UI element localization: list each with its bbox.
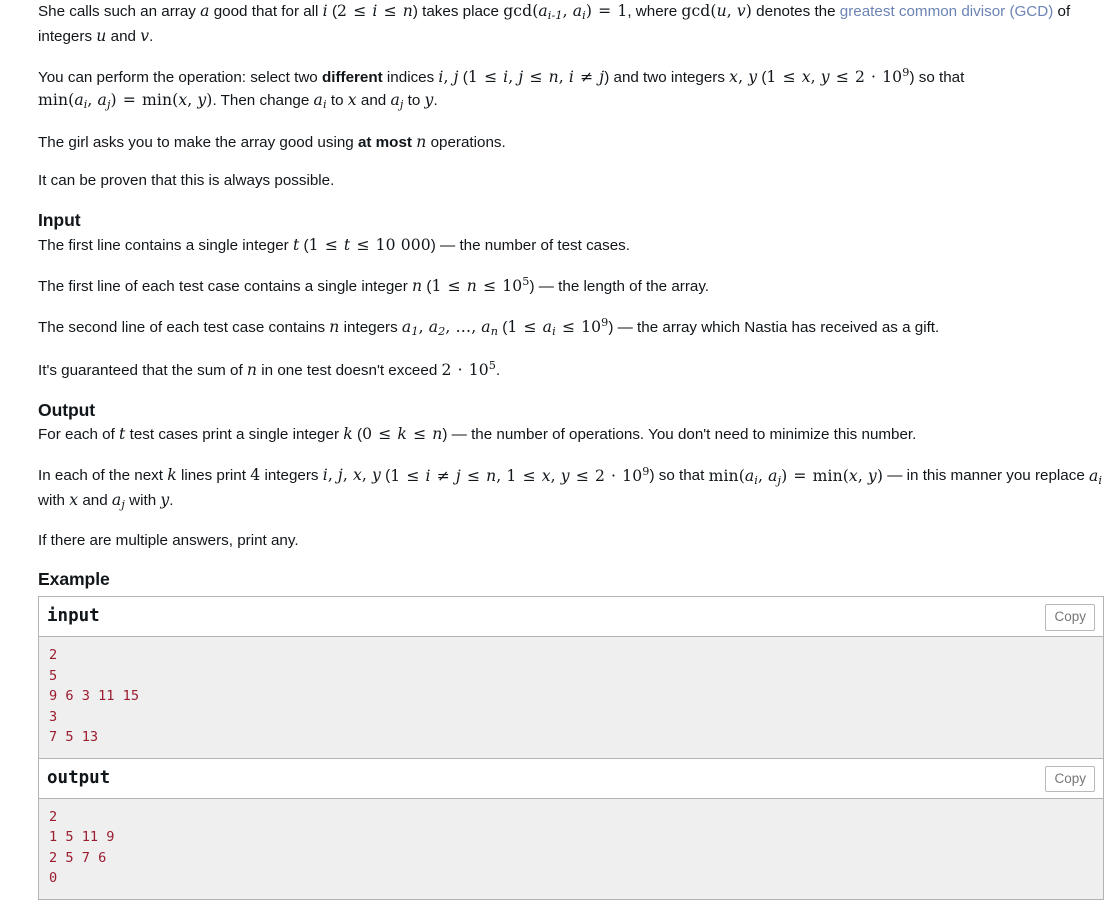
emphasis-text: different (321, 68, 383, 86)
sample-tests: input Copy 2 5 9 6 3 11 15 3 7 5 13 output C… (38, 596, 1104, 900)
paragraph-input-array: The second line of each test case contai… (38, 316, 940, 339)
gcd-wiki-link[interactable]: greatest common divisor (GCD) (840, 3, 1054, 20)
math-expression: n (329, 318, 340, 337)
paragraph-input-sum: It's guaranteed that the sum of n in one… (38, 358, 501, 379)
paragraph-input-n: The first line of each test case contain… (38, 275, 710, 296)
math-expression: aj (390, 91, 404, 112)
math-expression: gcd(u, v) (681, 2, 752, 20)
sample-test-input: input Copy 2 5 9 6 3 11 15 3 7 5 13 (39, 597, 1103, 759)
paragraph-output-any: If there are multiple answers, print any… (38, 532, 299, 550)
math-expression: n (246, 360, 258, 379)
output-label: output (47, 767, 111, 788)
paragraph-always-possible: It can be proven that this is always pos… (38, 172, 335, 190)
math-expression: 2 · 105 (441, 358, 497, 379)
paragraph-at-most-n-ops: The girl asks you to make the array good… (38, 132, 506, 151)
math-expression: n (416, 132, 427, 151)
problem-statement-page: She calls such an array a good that for … (0, 0, 1120, 900)
math-expression: i, j, x, y (322, 466, 381, 485)
math-expression: i (322, 2, 328, 20)
math-expression: ai (313, 91, 327, 112)
math-expression: 1 ≤ i ≠ j ≤ n, 1 ≤ x, y ≤ 2 · 109 (390, 464, 650, 485)
copy-input-button[interactable]: Copy (1045, 604, 1095, 631)
math-expression: x, y (729, 67, 758, 86)
paragraph-output-lines: In each of the next k lines print 4 inte… (38, 464, 1103, 512)
math-expression: 4 (250, 466, 261, 485)
math-expression: v (140, 26, 150, 45)
math-expression: t (292, 236, 300, 255)
paragraph-good-array-def: She calls such an array a good that for … (38, 2, 1071, 45)
math-expression: u (96, 26, 107, 45)
math-expression: t (119, 425, 126, 444)
paragraph-operation-def: You can perform the operation: select tw… (38, 65, 965, 112)
math-expression: 1 ≤ t ≤ 10 000 (308, 236, 431, 255)
math-expression: a (200, 2, 210, 20)
statement-body: She calls such an array a good that for … (38, 0, 1104, 193)
math-expression: i, j (438, 67, 459, 86)
input-section-title: Input (38, 210, 81, 231)
output-section-body: For each of t test cases print a single … (38, 423, 1104, 553)
math-expression: n (412, 277, 423, 296)
input-section-body: The first line contains a single integer… (38, 234, 1104, 382)
math-expression: y (424, 91, 434, 110)
input-label: input (47, 606, 100, 627)
output-content: 2 1 5 11 9 2 5 7 6 0 (39, 798, 1103, 900)
math-expression: min(ai, aj) = min(x, y) (708, 466, 884, 487)
math-expression: y (160, 491, 170, 510)
input-title-bar: input Copy (39, 597, 1103, 638)
paragraph-input-t: The first line contains a single integer… (38, 236, 630, 255)
math-expression: x (69, 491, 79, 510)
paragraph-output-k: For each of t test cases print a single … (38, 425, 917, 444)
math-expression: k (167, 466, 177, 485)
math-expression: 1 ≤ ai ≤ 109 (507, 316, 609, 339)
math-expression: 1 ≤ n ≤ 105 (431, 275, 530, 296)
copy-output-button[interactable]: Copy (1045, 765, 1095, 793)
math-expression: 0 ≤ k ≤ n (362, 425, 443, 444)
math-expression: x (347, 91, 357, 110)
output-title-bar: output Copy (39, 758, 1103, 799)
example-heading: Example (38, 569, 110, 590)
math-expression: ai (1089, 466, 1103, 487)
emphasis-text: at most (357, 133, 412, 151)
math-expression: a1, a2, …, an (401, 318, 499, 339)
math-expression: 1 ≤ i, j ≤ n, i ≠ j (467, 67, 605, 86)
math-expression: gcd(ai-1, ai) = 1 (503, 2, 628, 23)
math-expression: aj (111, 491, 125, 512)
output-section-title: Output (38, 399, 96, 420)
sample-test-output: output Copy 2 1 5 11 9 2 5 7 6 0 (39, 758, 1103, 900)
input-content: 2 5 9 6 3 11 15 3 7 5 13 (39, 637, 1103, 759)
math-expression: min(ai, aj) = min(x, y) (38, 91, 213, 112)
math-expression: 1 ≤ x, y ≤ 2 · 109 (766, 65, 910, 86)
math-expression: k (343, 425, 353, 444)
math-expression: 2 ≤ i ≤ n (337, 2, 413, 20)
